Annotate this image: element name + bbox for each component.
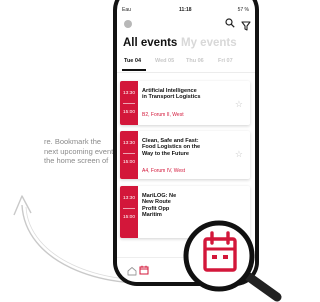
end-time: 15:00 <box>123 160 136 165</box>
time-block: 13:30 15:00 <box>120 186 138 238</box>
end-time: 15:00 <box>123 215 136 220</box>
caption-line: next upcoming events <box>44 146 117 156</box>
divider <box>117 72 255 73</box>
start-time: 13:30 <box>123 91 136 96</box>
caption-line: the home screen of <box>44 156 109 166</box>
event-location: A4, Forum IV, West <box>142 168 186 174</box>
event-title: Clean, Safe and Fast: Food Logistics on … <box>142 138 201 157</box>
filter-icon[interactable] <box>241 18 251 36</box>
day-tab[interactable]: Wed 05 <box>155 58 174 64</box>
app-screen: Eau 11:18 57 % All events My events Tue … <box>117 0 255 282</box>
event-card[interactable]: 13:30 15:00 Clean, Safe and Fast: Food L… <box>120 131 250 179</box>
status-bar: Eau 11:18 57 % <box>117 6 255 16</box>
day-tab[interactable]: Fri 07 <box>218 58 233 64</box>
start-time: 13:30 <box>123 196 136 201</box>
time-block: 13:30 15:00 <box>120 131 138 179</box>
calendar-icon[interactable] <box>139 262 149 280</box>
clock: 11:18 <box>179 7 192 13</box>
tab-all-events[interactable]: All events <box>123 37 177 49</box>
search-icon[interactable] <box>225 18 235 31</box>
day-tab[interactable]: Thu 06 <box>186 58 204 64</box>
start-time: 13:30 <box>123 141 136 146</box>
time-block: 13:30 15:00 <box>120 81 138 125</box>
event-card[interactable]: 13:30 15:00 MariLOG: Ne New Route Profit… <box>120 186 250 238</box>
active-day-indicator <box>122 69 146 71</box>
instruction-caption: re. Bookmark the next upcoming events th… <box>0 137 120 166</box>
day-tab[interactable]: Tue 04 <box>124 58 141 64</box>
star-icon[interactable]: ☆ <box>235 149 243 160</box>
bottom-tab-bar <box>117 257 255 282</box>
event-card[interactable]: 13:30 15:00 Artificial Intelligence in T… <box>120 81 250 125</box>
phone-mockup: Eau 11:18 57 % All events My events Tue … <box>113 0 259 286</box>
profile-icon[interactable] <box>124 20 132 28</box>
star-icon[interactable]: ☆ <box>235 99 243 110</box>
event-title: Artificial Intelligence in Transport Log… <box>142 88 201 101</box>
end-time: 15:00 <box>123 110 136 115</box>
day-selector: Tue 04 Wed 05 Thu 06 Fri 07 <box>122 54 255 71</box>
caption-line: re. Bookmark the <box>44 137 102 146</box>
event-location: B2, Forum II, West <box>142 112 184 118</box>
home-icon[interactable] <box>127 263 137 281</box>
tab-my-events[interactable]: My events <box>181 37 237 49</box>
event-title: MariLOG: Ne New Route Profit Opp Maritim <box>142 193 177 219</box>
battery-level: 57 % <box>237 7 249 13</box>
carrier-label: Eau <box>122 7 131 13</box>
